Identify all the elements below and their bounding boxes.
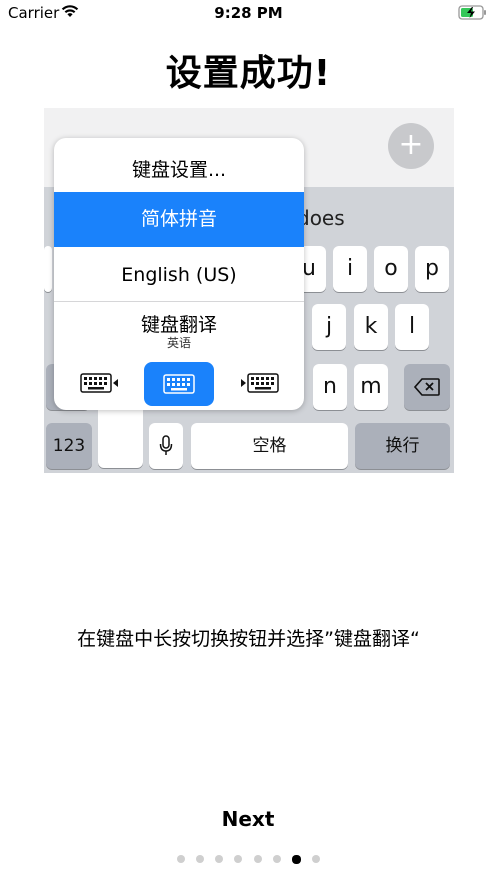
key-n: n	[313, 364, 347, 410]
keyboard-left-icon	[80, 372, 120, 398]
keyboard-switch-popup: 键盘设置... 简体拼音 English (US) 键盘翻译 英语	[54, 138, 304, 410]
page-dot[interactable]	[273, 855, 281, 863]
space-key: 空格	[191, 423, 348, 469]
next-button[interactable]: Next	[198, 807, 298, 831]
key-o: o	[374, 246, 408, 292]
backspace-icon	[404, 364, 450, 410]
page-title: 设置成功!	[165, 53, 332, 94]
page-indicator[interactable]	[0, 855, 497, 865]
return-key: 换行	[355, 423, 450, 469]
status-time: 9:28 PM	[214, 4, 283, 22]
popup-item-settings: 键盘设置...	[131, 159, 227, 181]
microphone-icon	[149, 423, 183, 469]
numbers-key: 123	[46, 423, 92, 469]
key-i: i	[333, 246, 367, 292]
key-l: l	[395, 304, 429, 350]
popup-item-translate: 键盘翻译	[140, 314, 217, 336]
popup-item-pinyin: 简体拼音	[54, 192, 304, 247]
key-m: m	[354, 364, 388, 410]
keyboard-illustration: + does u i o p j k l n m 123 空格 换行 键盘设置.…	[44, 108, 454, 473]
page-dot[interactable]	[215, 855, 223, 863]
popup-item-english: English (US)	[121, 264, 237, 286]
page-dot-active[interactable]	[292, 855, 301, 864]
page-dot[interactable]	[312, 855, 320, 863]
key-k: k	[354, 304, 388, 350]
key-partial	[44, 246, 52, 292]
plus-icon: +	[388, 123, 434, 169]
battery-charging-icon	[458, 5, 488, 24]
keyboard-right-icon	[239, 372, 279, 398]
status-bar: Carrier 9:28 PM	[0, 0, 497, 26]
key-j: j	[312, 304, 346, 350]
keyboard-icon	[144, 362, 214, 406]
popup-item-translate-sub: 英语	[166, 336, 191, 350]
suggestion-text: does	[297, 206, 345, 230]
page-dot[interactable]	[254, 855, 262, 863]
page-dot[interactable]	[177, 855, 185, 863]
instruction-text: 在键盘中长按切换按钮并选择”键盘翻译“	[77, 628, 420, 650]
popup-divider	[54, 301, 304, 302]
page-dot[interactable]	[196, 855, 204, 863]
key-p: p	[415, 246, 449, 292]
page-dot[interactable]	[234, 855, 242, 863]
